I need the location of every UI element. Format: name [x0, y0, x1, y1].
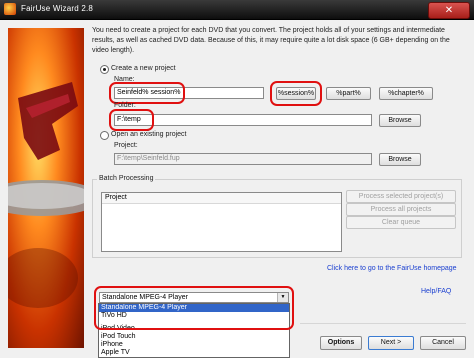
intro-text: You need to create a project for each DV…	[92, 27, 450, 54]
wizard-artwork-image	[8, 28, 84, 348]
process-selected-button[interactable]: Process selected project(s)	[346, 190, 456, 203]
app-icon	[4, 3, 16, 15]
project-path-input[interactable]: F:\temp\Seinfeld.fup	[114, 153, 372, 165]
artwork-graphic	[8, 82, 84, 308]
create-project-label: Create a new project	[111, 65, 176, 72]
highlight-folder-input	[109, 109, 154, 131]
project-browse-button[interactable]: Browse	[379, 153, 421, 166]
folder-label: Folder:	[114, 102, 136, 109]
process-all-button[interactable]: Process all projects	[346, 203, 456, 216]
project-label: Project:	[114, 142, 138, 149]
highlight-name-input	[109, 82, 185, 104]
title-bar: FairUse Wizard 2.8 ✕	[0, 0, 474, 20]
next-button[interactable]: Next >	[368, 336, 414, 350]
wizard-window: You need to create a project for each DV…	[0, 20, 474, 358]
batch-processing-label: Batch Processing	[97, 175, 156, 182]
highlight-player-select	[94, 286, 294, 330]
window-title: FairUse Wizard 2.8	[21, 4, 94, 13]
footer-divider	[300, 323, 466, 324]
batch-project-list[interactable]: Project	[101, 192, 342, 252]
open-project-label: Open an existing project	[111, 131, 187, 138]
create-project-radio[interactable]	[100, 65, 109, 74]
open-project-radio[interactable]	[100, 131, 109, 140]
dropdown-option[interactable]: iPhone	[99, 341, 289, 349]
dropdown-option[interactable]: Apple TV	[99, 349, 289, 357]
dropdown-option[interactable]: iPod Touch	[99, 333, 289, 341]
cancel-button[interactable]: Cancel	[420, 336, 466, 350]
part-macro-button[interactable]: %part%	[326, 87, 371, 100]
close-button[interactable]: ✕	[428, 2, 470, 19]
clear-queue-button[interactable]: Clear queue	[346, 216, 456, 229]
help-faq-link[interactable]: Help/FAQ	[421, 288, 451, 295]
homepage-link[interactable]: Click here to go to the FairUse homepage	[327, 265, 457, 272]
project-column-header[interactable]: Project	[102, 193, 341, 204]
chapter-macro-button[interactable]: %chapter%	[379, 87, 433, 100]
highlight-session-button	[270, 81, 322, 106]
folder-browse-button[interactable]: Browse	[379, 114, 421, 127]
options-button[interactable]: Options	[320, 336, 362, 350]
